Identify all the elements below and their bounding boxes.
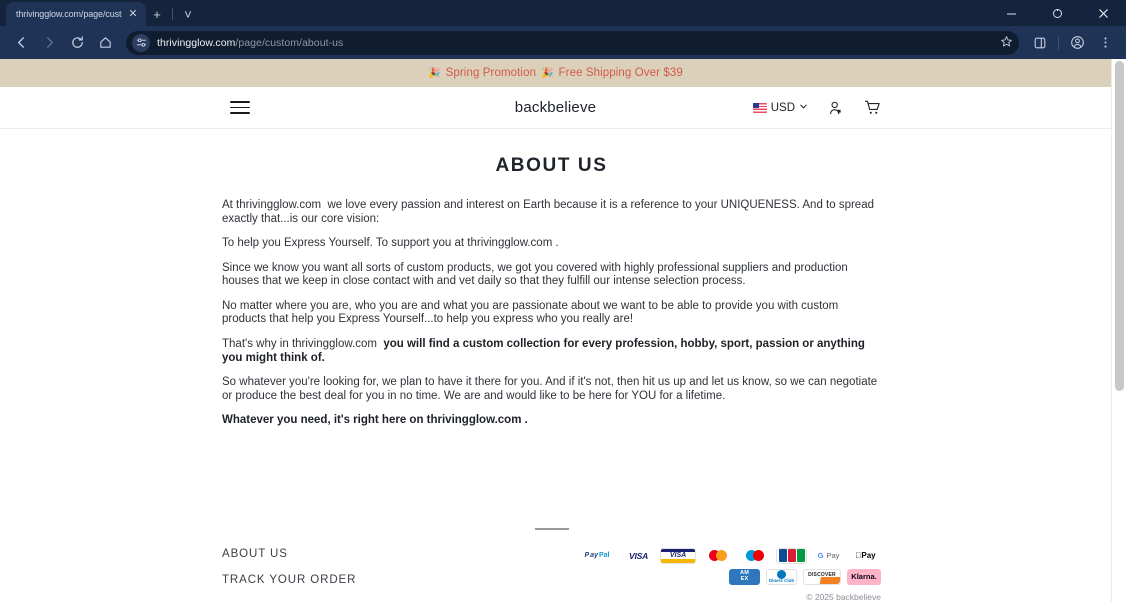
maximize-button[interactable] [1034,0,1080,26]
about-paragraphs: At thrivingglow.com we love every passio… [222,199,881,428]
copyright-text: © 2025 backbelieve [806,591,881,602]
chevron-down-icon[interactable]: ˅ [177,3,199,25]
diners-club-icon: Diners Club [766,568,797,585]
visa-icon: VISA [623,547,654,564]
shopping-cart-icon[interactable] [864,99,881,116]
about-paragraph-6: So whatever you're looking for, we plan … [222,376,878,402]
minimize-button[interactable] [988,0,1034,26]
site-settings-icon[interactable] [132,33,150,52]
discover-icon: DISCOVER [803,568,841,585]
payment-row-1: Pay Pal VISA VISA G Pay Pay [577,547,881,564]
account-icon[interactable] [828,100,844,116]
reload-button[interactable] [64,30,90,56]
payment-methods: Pay Pal VISA VISA G Pay Pay AM EX Diners… [577,547,881,586]
forward-button[interactable] [36,30,62,56]
about-paragraph-3: Since we know you want all sorts of cust… [222,261,848,288]
close-button[interactable] [1080,0,1126,26]
tabstrip-divider [172,8,173,20]
maestro-icon [739,547,770,564]
new-tab-button[interactable]: + [146,3,168,25]
toolbar-right-actions [1027,30,1118,56]
about-paragraph-2: To help you Express Yourself. To support… [222,237,559,250]
about-paragraph-5: That's why in thrivingglow.com you will … [222,337,865,364]
chevron-down-icon [799,102,808,113]
home-button[interactable] [92,30,118,56]
footer-link-1[interactable]: ABOUT US [222,548,356,560]
address-bar[interactable]: thrivingglow.com/page/custom/about-us [126,30,1019,55]
american-express-icon: AM EX [729,568,760,585]
about-paragraph-4: No matter where you are, who you are and… [222,299,839,326]
footer-link-2[interactable]: TRACK YOUR ORDER [222,574,356,586]
close-icon[interactable]: ✕ [126,7,140,21]
scrollbar-thumb[interactable] [1115,61,1124,391]
hamburger-menu-icon[interactable] [230,101,250,114]
payment-row-2: AM EX Diners Club DISCOVER Klarna. [729,568,881,585]
paypal-icon: Pay Pal [577,547,617,564]
site-header: backbelieve USD [0,87,1111,129]
google-pay-icon: G Pay [813,547,844,564]
split-view-icon[interactable] [1027,30,1053,56]
site-logo[interactable]: backbelieve [0,99,1111,116]
url-text: thrivingglow.com/page/custom/about-us [157,37,343,49]
klarna-icon: Klarna. [847,568,881,585]
us-flag-icon [752,102,767,113]
currency-label: USD [770,101,795,114]
page-content: ABOUT US At thrivingglow.com we love eve… [0,129,1111,530]
promo-text-left: Spring Promotion [445,67,537,79]
apple-pay-icon: Pay [850,547,881,564]
browser-tab[interactable]: thrivingglow.com/page/custom ✕ [6,2,146,26]
mastercard-icon [702,547,733,564]
url-domain: thrivingglow.com [157,36,236,49]
browser-menu-icon[interactable] [1092,30,1118,56]
about-paragraph-7: Whatever you need, it's right here on th… [222,414,528,427]
back-button[interactable] [8,30,34,56]
profile-icon[interactable] [1064,30,1090,56]
browser-tab-strip: thrivingglow.com/page/custom ✕ + ˅ [0,0,1126,26]
site-footer: ABOUT US TRACK YOUR ORDER Pay Pal VISA VIS… [0,530,1111,602]
page-title: ABOUT US [495,155,608,176]
promo-banner[interactable]: 🎉 Spring Promotion 🎉 Free Shipping Over … [0,59,1111,87]
currency-selector[interactable]: USD [752,101,808,114]
url-path: /page/custom/about-us [235,36,344,49]
browser-toolbar: thrivingglow.com/page/custom/about-us [0,26,1126,59]
tab-title: thrivingglow.com/page/custom [16,9,122,19]
toolbar-divider [1058,35,1059,50]
footer-link-list: ABOUT US TRACK YOUR ORDER [222,548,356,586]
window-controls [988,0,1126,26]
party-popper-icon: 🎉 [428,67,441,79]
header-actions: USD [752,99,881,116]
promo-text-right: Free Shipping Over $39 [558,67,683,79]
jcb-icon [776,547,807,564]
about-paragraph-1: At thrivingglow.com we love every passio… [222,199,874,225]
browser-window: thrivingglow.com/page/custom ✕ + ˅ thriv… [0,0,1126,602]
page-scrollbar[interactable] [1111,59,1126,602]
party-popper-icon-2: 🎉 [541,67,554,79]
page-viewport: 🎉 Spring Promotion 🎉 Free Shipping Over … [0,59,1126,602]
visa-electron-icon: VISA [660,547,696,564]
web-page: 🎉 Spring Promotion 🎉 Free Shipping Over … [0,59,1111,602]
star-icon[interactable] [1000,35,1013,51]
